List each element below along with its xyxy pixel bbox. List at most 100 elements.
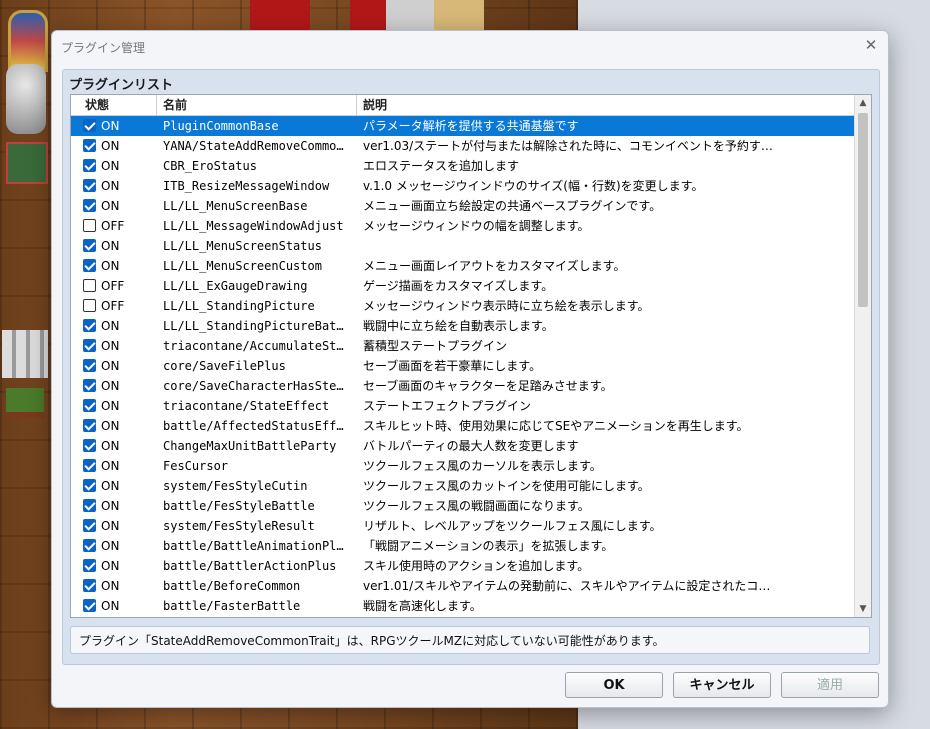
- map-tile-curtain-right: [350, 0, 386, 30]
- plugin-enabled-checkbox[interactable]: [83, 459, 96, 472]
- plugin-status: ON: [101, 559, 120, 573]
- scroll-thumb[interactable]: [858, 113, 868, 307]
- plugin-enabled-checkbox[interactable]: [83, 599, 96, 612]
- plugin-enabled-checkbox[interactable]: [83, 479, 96, 492]
- plugin-enabled-checkbox[interactable]: [83, 219, 96, 232]
- plugin-name: battle/FesStyleBattle: [163, 499, 315, 513]
- table-row[interactable]: ON battle/FesStyleBattle ツクールフェス風の戦闘画面になりま…: [71, 496, 854, 516]
- plugin-description: 戦闘を高速化します。: [363, 599, 482, 613]
- table-row[interactable]: ON LL/LL_MenuScreenBase メニュー画面立ち絵設定の共通ベースプ…: [71, 196, 854, 216]
- plugin-description: スキル使用時のアクションを追加します。: [363, 559, 590, 573]
- table-row[interactable]: ON core/SaveFilePlus セーブ画面を若干豪華にします。: [71, 356, 854, 376]
- table-row[interactable]: ON battle/BeforeCommon ver1.01/スキルやアイテムの発動…: [71, 576, 854, 596]
- plugin-status: OFF: [101, 279, 125, 293]
- plugin-description: パラメータ解析を提供する共通基盤です: [363, 119, 579, 133]
- plugin-name: PluginCommonBase: [163, 119, 279, 133]
- plugin-status: ON: [101, 439, 120, 453]
- plugin-enabled-checkbox[interactable]: [83, 499, 96, 512]
- map-tile-pillars: [2, 330, 48, 378]
- table-row[interactable]: ON system/FesStyleResult リザルト、レベルアップをツクールフ…: [71, 516, 854, 536]
- table-row[interactable]: OFF LL/LL_StandingPicture メッセージウィンドウ表示時に立ち…: [71, 296, 854, 316]
- column-header-description[interactable]: 説明: [357, 95, 854, 115]
- table-row[interactable]: OFF LL/LL_MessageWindowAdjust メッセージウィンドウの幅…: [71, 216, 854, 236]
- table-row[interactable]: ON LL/LL_StandingPictureBat… 戦闘中に立ち絵を自動表示し…: [71, 316, 854, 336]
- apply-button[interactable]: 適用: [781, 672, 879, 698]
- plugin-enabled-checkbox[interactable]: [83, 319, 96, 332]
- plugin-name: battle/BeforeCommon: [163, 579, 301, 593]
- plugin-status: ON: [101, 539, 120, 553]
- plugin-status: ON: [101, 499, 120, 513]
- table-row[interactable]: ON core/SaveCharacterHasSte… セーブ画面のキャラクターを…: [71, 376, 854, 396]
- column-header-status[interactable]: 状態: [71, 95, 157, 115]
- plugin-description: 戦闘中に立ち絵を自動表示します。: [363, 319, 554, 333]
- plugin-enabled-checkbox[interactable]: [83, 299, 96, 312]
- plugin-description: セーブ画面のキャラクターを足踏みさせます。: [363, 379, 613, 393]
- table-row[interactable]: OFF LL/LL_ExGaugeDrawing ゲージ描画をカスタマイズします。: [71, 276, 854, 296]
- plugin-enabled-checkbox[interactable]: [83, 419, 96, 432]
- plugin-description: [363, 236, 849, 256]
- plugin-status: OFF: [101, 299, 125, 313]
- table-row[interactable]: ON triacontane/AccumulateSt… 蓄積型ステートプラグイン: [71, 336, 854, 356]
- plugin-description: ver1.03/ステートが付与または解除された時に、コモンイベントを予約す…: [363, 139, 773, 153]
- table-row[interactable]: ON CBR_EroStatus エロステータスを追加します: [71, 156, 854, 176]
- table-row[interactable]: ON FesCursor ツクールフェス風のカーソルを表示します。: [71, 456, 854, 476]
- plugin-status: ON: [101, 179, 120, 193]
- plugin-status: ON: [101, 359, 120, 373]
- plugin-description: ver1.01/スキルやアイテムの発動前に、スキルやアイテムに設定されたコ…: [363, 579, 771, 593]
- plugin-enabled-checkbox[interactable]: [83, 259, 96, 272]
- plugin-description: 「戦闘アニメーションの表示」を拡張します。: [363, 539, 614, 553]
- plugin-enabled-checkbox[interactable]: [83, 239, 96, 252]
- table-row[interactable]: ON ChangeMaxUnitBattleParty バトルパーティの最大人数を変…: [71, 436, 854, 456]
- plugin-name: ChangeMaxUnitBattleParty: [163, 439, 337, 453]
- plugin-status: ON: [101, 119, 120, 133]
- plugin-list-title: プラグインリスト: [69, 78, 174, 93]
- plugin-status: ON: [101, 379, 120, 393]
- plugin-description: メニュー画面立ち絵設定の共通ベースプラグインです。: [363, 199, 662, 213]
- plugin-table[interactable]: 状態 名前 説明 ON PluginCommonBase パラメータ解析を提供する共…: [70, 94, 872, 618]
- table-row[interactable]: ON battle/BattleAnimationPlus 「戦闘アニメーションの表…: [71, 536, 854, 556]
- scroll-up-icon[interactable]: ▲: [855, 95, 871, 111]
- table-row[interactable]: ON LL/LL_MenuScreenStatus: [71, 236, 854, 256]
- table-row[interactable]: ON battle/AffectedStatusEff… スキルヒット時、使用効果に…: [71, 416, 854, 436]
- plugin-enabled-checkbox[interactable]: [83, 519, 96, 532]
- table-row[interactable]: ON system/FesStyleCutin ツクールフェス風のカットインを使用可…: [71, 476, 854, 496]
- plugin-enabled-checkbox[interactable]: [83, 439, 96, 452]
- plugin-status: ON: [101, 519, 120, 533]
- plugin-enabled-checkbox[interactable]: [83, 579, 96, 592]
- plugin-enabled-checkbox[interactable]: [83, 199, 96, 212]
- plugin-name: battle/BattlerActionPlus: [163, 559, 337, 573]
- plugin-enabled-checkbox[interactable]: [83, 139, 96, 152]
- table-row[interactable]: ON YANA/StateAddRemoveCommo… ver1.03/ステートが…: [71, 136, 854, 156]
- plugin-name: LL/LL_MenuScreenBase: [163, 199, 308, 213]
- table-row[interactable]: ON LL/LL_MenuScreenCustom メニュー画面レイアウトをカスタマ…: [71, 256, 854, 276]
- plugin-enabled-checkbox[interactable]: [83, 379, 96, 392]
- table-row[interactable]: ON ITB_ResizeMessageWindow v.1.0 メッセージウインド…: [71, 176, 854, 196]
- plugin-enabled-checkbox[interactable]: [83, 339, 96, 352]
- plugin-enabled-checkbox[interactable]: [83, 179, 96, 192]
- dialog-title: プラグイン管理: [61, 41, 146, 55]
- plugin-enabled-checkbox[interactable]: [83, 279, 96, 292]
- plugin-status: ON: [101, 239, 120, 253]
- plugin-name: LL/LL_MenuScreenCustom: [163, 259, 322, 273]
- plugin-enabled-checkbox[interactable]: [83, 559, 96, 572]
- table-row[interactable]: ON battle/BattlerActionPlus スキル使用時のアクションを追…: [71, 556, 854, 576]
- column-header-name[interactable]: 名前: [157, 95, 357, 115]
- plugin-enabled-checkbox[interactable]: [83, 539, 96, 552]
- table-row[interactable]: ON triacontane/StateEffect ステートエフェクトプラグイン: [71, 396, 854, 416]
- cancel-button[interactable]: キャンセル: [673, 672, 771, 698]
- plugin-enabled-checkbox[interactable]: [83, 159, 96, 172]
- plugin-name: core/SaveCharacterHasSte…: [163, 379, 344, 393]
- plugin-enabled-checkbox[interactable]: [83, 119, 96, 132]
- vertical-scrollbar[interactable]: ▲ ▼: [854, 95, 871, 617]
- table-row[interactable]: ON battle/FasterBattle 戦闘を高速化します。: [71, 596, 854, 616]
- plugin-name: triacontane/StateEffect: [163, 399, 330, 413]
- close-icon[interactable]: ✕: [862, 36, 880, 54]
- ok-button[interactable]: OK: [565, 672, 663, 698]
- dialog-titlebar: プラグイン管理 ✕: [52, 31, 888, 61]
- table-row[interactable]: ON PluginCommonBase パラメータ解析を提供する共通基盤です: [71, 116, 854, 136]
- plugin-enabled-checkbox[interactable]: [83, 399, 96, 412]
- plugin-enabled-checkbox[interactable]: [83, 359, 96, 372]
- scroll-down-icon[interactable]: ▼: [855, 601, 871, 617]
- plugin-manager-dialog: プラグイン管理 ✕ プラグインリスト 状態 名前 説明 ON PluginComm…: [51, 30, 889, 708]
- plugin-name: triacontane/AccumulateSt…: [163, 339, 344, 353]
